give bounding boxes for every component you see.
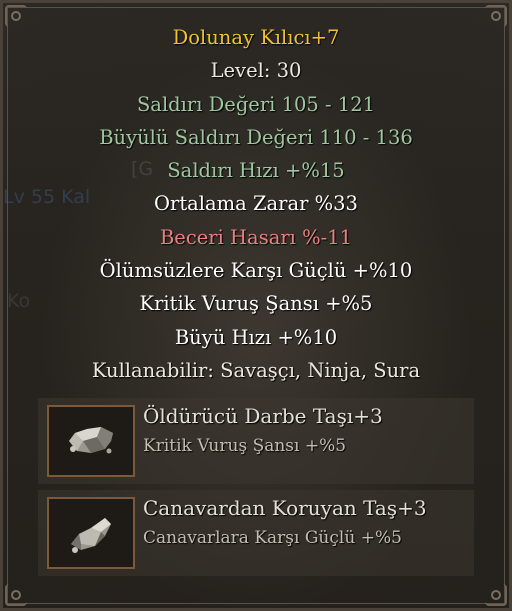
socket-stone-bonus: Canavarlara Karşı Güçlü +%5 [143,528,402,548]
stat-attack-speed: Saldırı Hızı +%15 [167,159,345,183]
item-stats: Dolunay Kılıcı+7 Level: 30 Saldırı Değer… [3,21,509,387]
corner-swirl-icon [491,590,501,600]
stat-magic-attack-value: Büyülü Saldırı Değeri 110 - 136 [99,125,413,149]
stat-skill-damage: Beceri Hasarı %-11 [159,225,353,249]
stone-icon [47,405,135,477]
socket-slot[interactable]: Öldürücü Darbe Taşı+3 Kritik Vuruş Şansı… [38,398,474,484]
socket-slot[interactable]: Canavardan Koruyan Taş+3 Canavarlara Kar… [38,490,474,576]
stone-icon [47,497,135,569]
socket-stone-name: Öldürücü Darbe Taşı+3 [143,404,383,428]
usable-by: Kullanabilir: Savaşçı, Ninja, Sura [91,358,421,382]
item-level: Level: 30 [210,59,302,83]
socket-stone-bonus: Kritik Vuruş Şansı +%5 [143,436,347,456]
corner-swirl-icon [11,11,21,21]
bonus-critical: Kritik Vuruş Şansı +%5 [139,292,373,316]
item-name: Dolunay Kılıcı+7 [172,26,340,49]
item-tooltip: [G Lv 55 Kal Ko Dolunay Kılıcı+7 Level: … [0,0,512,611]
bonus-cast-speed: Büyü Hızı +%10 [174,325,338,349]
stat-attack-value: Saldırı Değeri 105 - 121 [136,92,376,116]
stat-average-damage: Ortalama Zarar %33 [154,192,358,216]
bonus-undead: Ölümsüzlere Karşı Güçlü +%10 [99,259,413,283]
socket-stone-name: Canavardan Koruyan Taş+3 [143,496,427,520]
corner-swirl-icon [11,590,21,600]
corner-swirl-icon [491,11,501,21]
